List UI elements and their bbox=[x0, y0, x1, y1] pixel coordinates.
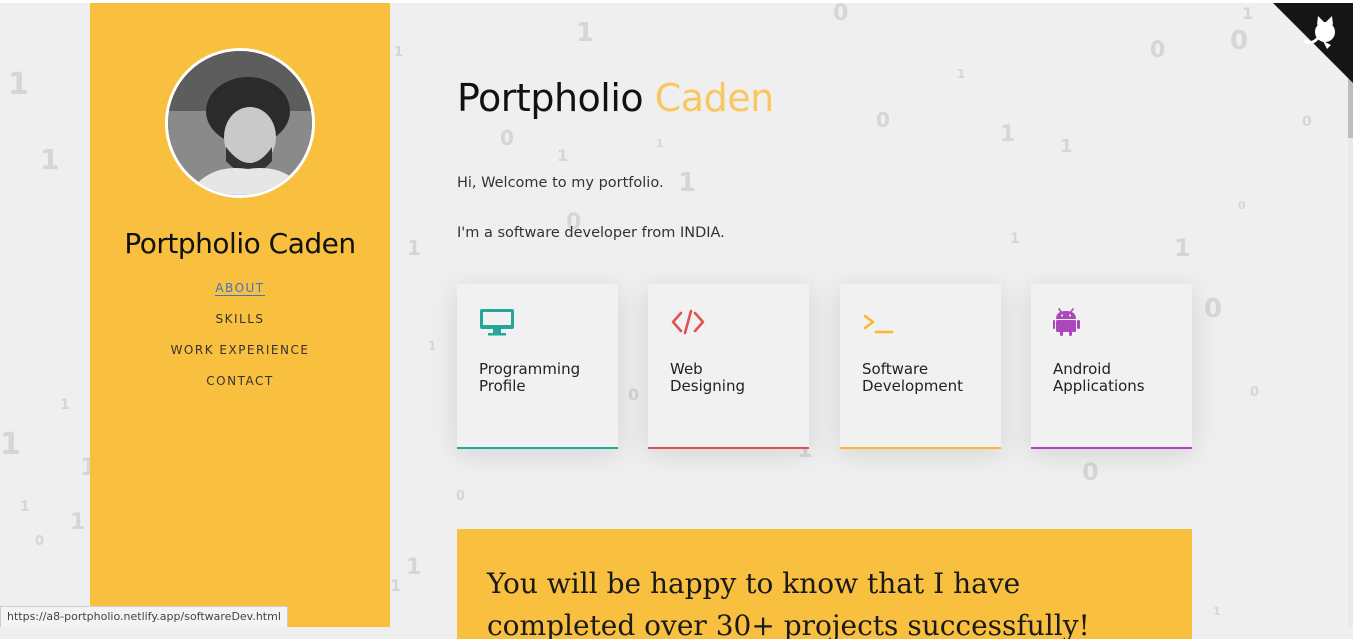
github-corner-link[interactable] bbox=[1273, 3, 1353, 83]
avatar-photo-icon bbox=[168, 51, 312, 195]
android-icon bbox=[1053, 308, 1080, 336]
status-bar-url: https://a8-portpholio.netlify.app/softwa… bbox=[0, 606, 288, 627]
nav-work-experience-label: WORK EXPERIENCE bbox=[170, 343, 310, 357]
card-underline bbox=[840, 447, 1001, 449]
card-underline bbox=[648, 447, 809, 449]
card-label: Programming Profile bbox=[479, 361, 609, 395]
monitor-icon bbox=[480, 309, 514, 336]
card-label: Web Designing bbox=[670, 361, 800, 395]
page-scrollbar[interactable] bbox=[1348, 3, 1353, 627]
title-accent: Caden bbox=[654, 76, 774, 120]
nav-about-label: ABOUT bbox=[215, 281, 265, 296]
card-label-line2: Profile bbox=[479, 377, 526, 395]
card-label-line2: Development bbox=[862, 377, 963, 395]
terminal-icon bbox=[863, 314, 894, 334]
github-octocat-icon bbox=[1273, 3, 1353, 83]
card-underline bbox=[1031, 447, 1192, 449]
card-software-development[interactable]: Software Development bbox=[840, 284, 1001, 449]
page-title: Portpholio Caden bbox=[457, 76, 774, 120]
card-android-applications[interactable]: Android Applications bbox=[1031, 284, 1192, 449]
banner-text: You will be happy to know that I have co… bbox=[487, 567, 1090, 639]
card-web-designing[interactable]: Web Designing bbox=[648, 284, 809, 449]
nav-work-experience[interactable]: WORK EXPERIENCE bbox=[90, 342, 390, 373]
nav-about[interactable]: ABOUT bbox=[90, 280, 390, 311]
card-label-line2: Designing bbox=[670, 377, 745, 395]
card-label-line1: Software bbox=[862, 360, 929, 378]
card-underline bbox=[457, 447, 618, 449]
profile-avatar bbox=[165, 48, 315, 198]
browser-top-edge bbox=[0, 0, 1353, 3]
nav-contact-label: CONTACT bbox=[206, 374, 274, 388]
sidebar: Portpholio Caden ABOUT SKILLS WORK EXPER… bbox=[90, 3, 390, 627]
card-label-line2: Applications bbox=[1053, 377, 1145, 395]
sidebar-name: Portpholio Caden bbox=[124, 227, 356, 260]
nav-skills[interactable]: SKILLS bbox=[90, 311, 390, 342]
card-label-line1: Programming bbox=[479, 360, 581, 378]
nav-contact[interactable]: CONTACT bbox=[90, 373, 390, 404]
projects-banner: You will be happy to know that I have co… bbox=[457, 529, 1192, 639]
card-label: Software Development bbox=[862, 361, 992, 395]
card-label-line1: Web bbox=[670, 360, 703, 378]
intro-welcome: Hi, Welcome to my portfolio. bbox=[457, 175, 664, 191]
intro-about: I'm a software developer from INDIA. bbox=[457, 225, 725, 241]
card-label: Android Applications bbox=[1053, 361, 1183, 395]
sidebar-nav: ABOUT SKILLS WORK EXPERIENCE CONTACT bbox=[90, 280, 390, 404]
title-main: Portpholio bbox=[457, 76, 644, 120]
code-icon bbox=[671, 309, 705, 335]
nav-skills-label: SKILLS bbox=[215, 312, 265, 326]
card-programming-profile[interactable]: Programming Profile bbox=[457, 284, 618, 449]
card-label-line1: Android bbox=[1053, 360, 1111, 378]
